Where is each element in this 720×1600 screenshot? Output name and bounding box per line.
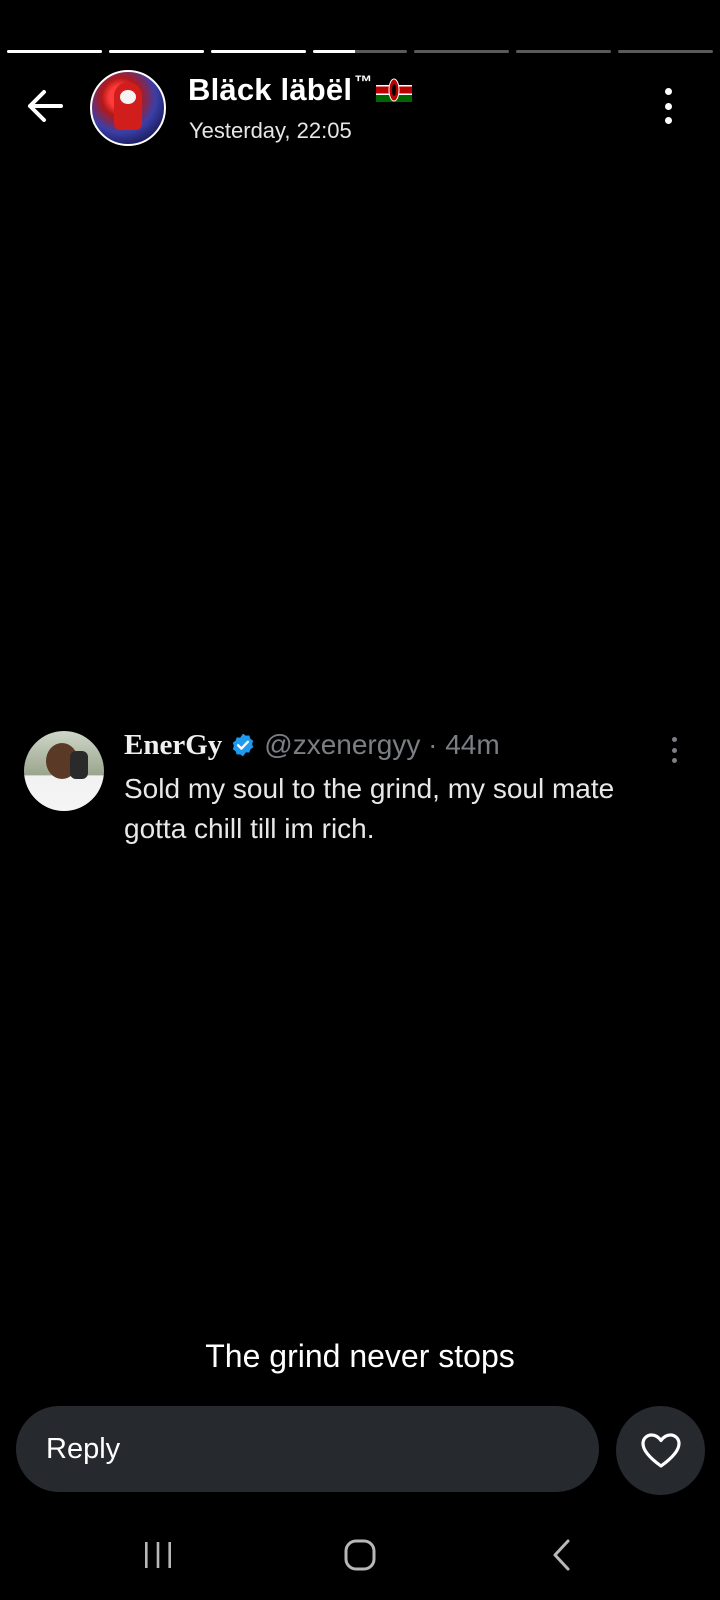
back-arrow-icon — [28, 90, 63, 122]
progress-segment — [516, 50, 612, 53]
recents-icon — [145, 1542, 171, 1568]
reply-placeholder: Reply — [46, 1432, 121, 1465]
recents-button[interactable] — [118, 1520, 198, 1590]
heart-icon — [640, 1432, 681, 1468]
tweet-handle-time: @zxenergyy · 44m — [264, 729, 500, 760]
tweet-avatar — [24, 731, 104, 811]
avatar[interactable] — [90, 70, 166, 146]
contact-name-text: Bläck läbël — [188, 72, 353, 107]
verified-badge-icon — [233, 733, 254, 757]
nav-back-button[interactable] — [522, 1520, 602, 1590]
like-button[interactable] — [616, 1406, 705, 1495]
home-icon — [344, 1539, 376, 1571]
progress-segment — [210, 50, 306, 53]
nav-back-icon — [553, 1539, 570, 1571]
progress-segment — [7, 50, 102, 53]
tweet-header: EnerGy @zxenergyy · 44m — [124, 725, 500, 765]
progress-segment — [618, 50, 714, 53]
home-button[interactable] — [320, 1520, 400, 1590]
tweet-more-icon — [670, 737, 678, 763]
contact-name: Bläck läbël ™ — [188, 71, 413, 108]
progress-segment — [108, 50, 204, 53]
story-timestamp: Yesterday, 22:05 — [189, 118, 352, 143]
tweet-text: Sold my soul to the grind, my soul mate … — [124, 773, 615, 844]
story-caption: The grind never stops — [205, 1338, 515, 1374]
back-button[interactable] — [22, 86, 68, 126]
tweet-card: EnerGy @zxenergyy · 44m Sold my soul to … — [0, 725, 720, 855]
progress-segment-current — [312, 50, 408, 53]
story-header: Bläck läbël ™ Yesterday, 22:05 — [0, 68, 720, 148]
reply-input[interactable]: Reply — [16, 1406, 599, 1492]
system-nav-bar — [0, 1520, 720, 1590]
tweet-author-name: EnerGy — [124, 728, 223, 761]
more-vertical-icon — [664, 88, 672, 95]
trademark-symbol: ™ — [354, 71, 373, 92]
story-progress-bar — [7, 50, 714, 54]
progress-segment — [414, 50, 510, 53]
more-options-button[interactable] — [656, 88, 680, 124]
kenya-flag-icon — [376, 78, 413, 102]
